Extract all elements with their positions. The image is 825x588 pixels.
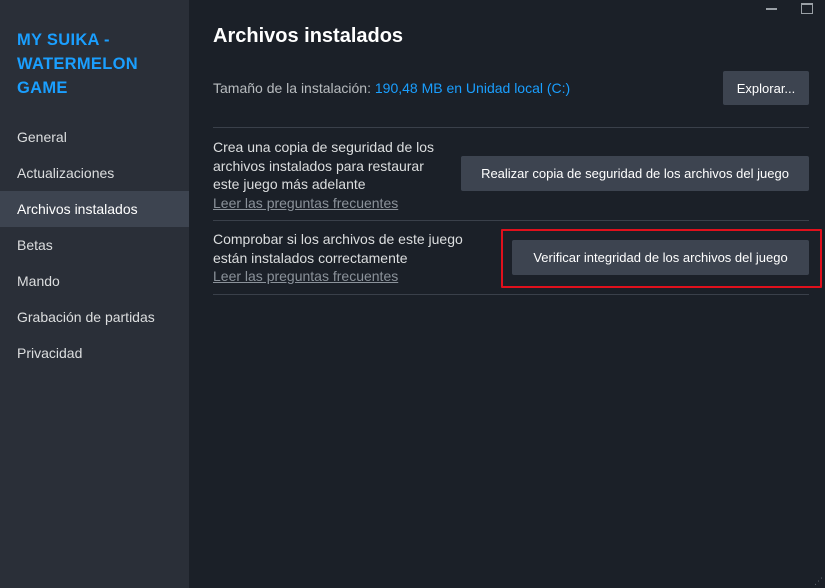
backup-faq-link[interactable]: Leer las preguntas frecuentes	[213, 194, 453, 213]
resize-grip-icon[interactable]: ⋰	[813, 576, 823, 586]
sidebar-item-general[interactable]: General	[0, 119, 189, 155]
verify-description: Comprobar si los archivos de este juego …	[213, 231, 463, 266]
divider	[213, 220, 809, 221]
install-size-value: 190,48 MB en Unidad local (C:)	[374, 80, 571, 96]
page-title: Archivos instalados	[213, 25, 404, 47]
verify-section: Comprobar si los archivos de este juego …	[213, 230, 483, 286]
divider	[213, 294, 809, 295]
maximize-icon[interactable]	[789, 0, 825, 16]
minimize-icon[interactable]	[753, 0, 789, 16]
explore-button[interactable]: Explorar...	[723, 71, 809, 105]
game-title: MY SUIKA - WATERMELON GAME	[17, 31, 138, 97]
backup-description: Crea una copia de seguridad de los archi…	[213, 139, 435, 192]
sidebar-item-betas[interactable]: Betas	[0, 227, 189, 263]
window-controls	[753, 0, 825, 16]
sidebar-item-updates[interactable]: Actualizaciones	[0, 155, 189, 191]
sidebar-item-installed-files[interactable]: Archivos instalados	[0, 191, 189, 227]
backup-button[interactable]: Realizar copia de seguridad de los archi…	[461, 156, 809, 191]
main-panel: Archivos instalados Tamaño de la instala…	[189, 0, 825, 588]
verify-faq-link[interactable]: Leer las preguntas frecuentes	[213, 267, 483, 286]
divider	[213, 127, 809, 128]
sidebar-item-game-recording[interactable]: Grabación de partidas	[0, 299, 189, 335]
sidebar: MY SUIKA - WATERMELON GAME General Actua…	[0, 0, 189, 588]
backup-section: Crea una copia de seguridad de los archi…	[213, 138, 453, 212]
sidebar-item-controller[interactable]: Mando	[0, 263, 189, 299]
sidebar-nav: General Actualizaciones Archivos instala…	[0, 119, 189, 371]
install-size-row: Tamaño de la instalación: 190,48 MB en U…	[213, 80, 570, 96]
sidebar-item-privacy[interactable]: Privacidad	[0, 335, 189, 371]
highlight-box	[501, 229, 822, 288]
install-size-label: Tamaño de la instalación:	[213, 80, 375, 96]
